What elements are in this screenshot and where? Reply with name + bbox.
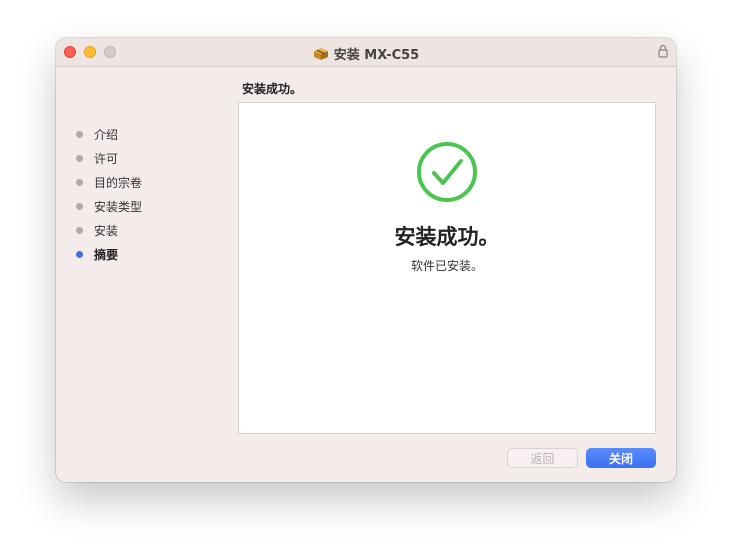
step-summary: 摘要 (76, 242, 226, 266)
step-label: 介绍 (94, 127, 119, 142)
step-label: 目的宗卷 (94, 175, 143, 190)
step-installation-type: 安装类型 (76, 194, 226, 218)
step-dot-icon (76, 154, 83, 162)
step-label: 安装类型 (94, 199, 143, 214)
installer-window: 安装 MX-C55 安装成功。 介绍 许可 目的宗卷 安装类型 安装 摘要 安装… (56, 38, 676, 482)
package-icon (313, 47, 328, 60)
window-title: 安装 MX-C55 (333, 48, 420, 63)
summary-panel: 安装成功。 软件已安装。 (238, 102, 656, 434)
step-destination: 目的宗卷 (76, 170, 226, 194)
step-label: 安装 (94, 223, 119, 238)
step-dot-active-icon (76, 250, 83, 258)
step-dot-icon (76, 130, 83, 138)
step-label: 摘要 (94, 247, 119, 262)
success-message: 软件已安装。 (410, 259, 483, 273)
step-license: 许可 (76, 146, 226, 170)
lock-icon (658, 44, 668, 58)
success-title: 安装成功。 (394, 225, 500, 249)
installer-steps-sidebar: 介绍 许可 目的宗卷 安装类型 安装 摘要 (76, 122, 226, 266)
close-button[interactable]: 关闭 (586, 448, 656, 468)
window-title-group: 安装 MX-C55 (56, 44, 676, 63)
step-introduction: 介绍 (76, 122, 226, 146)
checkmark-circle-icon (417, 142, 477, 202)
back-button[interactable]: 返回 (507, 448, 578, 468)
title-bar[interactable]: 安装 MX-C55 (56, 38, 676, 67)
step-dot-icon (76, 202, 83, 210)
step-dot-icon (76, 178, 83, 186)
step-label: 许可 (94, 151, 119, 166)
page-heading: 安装成功。 (242, 82, 303, 96)
step-installation: 安装 (76, 218, 226, 242)
step-dot-icon (76, 226, 83, 234)
